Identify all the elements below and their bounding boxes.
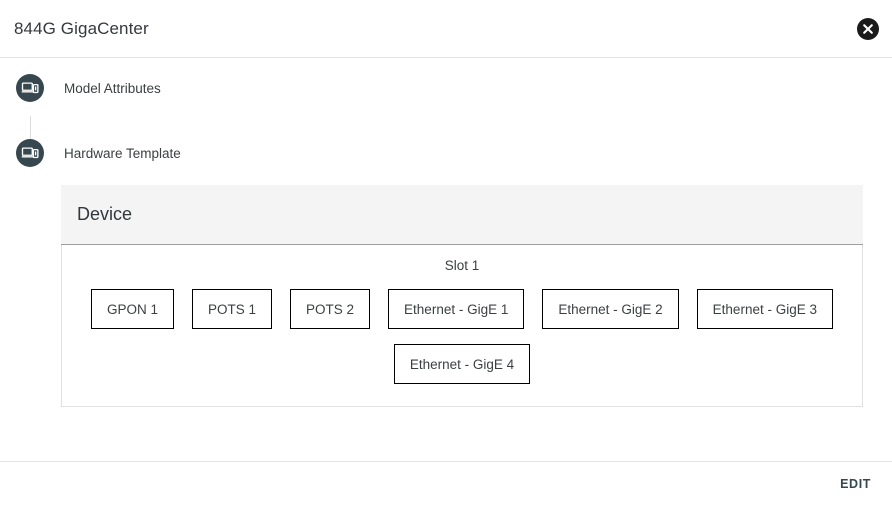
- window-title: 844G GigaCenter: [14, 18, 149, 38]
- close-button[interactable]: [857, 17, 879, 40]
- edit-button[interactable]: EDIT: [838, 471, 873, 497]
- wizard-stepper: Model Attributes Hardware Template: [0, 58, 892, 175]
- port-box[interactable]: Ethernet - GigE 4: [393, 344, 531, 384]
- stepper-item-hardware-template[interactable]: Hardware Template: [0, 137, 892, 169]
- port-box[interactable]: POTS 2: [290, 289, 371, 329]
- port-box[interactable]: Ethernet - GigE 2: [542, 289, 679, 329]
- port-row: Ethernet - GigE 4: [62, 344, 862, 384]
- slot-title: Slot 1: [444, 258, 480, 273]
- port-box[interactable]: Ethernet - GigE 1: [388, 289, 525, 329]
- device-card-title: Device: [77, 204, 133, 224]
- window-title-bar: 844G GigaCenter: [0, 0, 892, 58]
- port-row: GPON 1 POTS 1 POTS 2 Ethernet - GigE 1 E…: [62, 289, 862, 329]
- stepper-item-label: Model Attributes: [64, 80, 161, 96]
- devices-icon: [16, 139, 44, 167]
- port-box[interactable]: GPON 1: [91, 289, 175, 329]
- port-box[interactable]: Ethernet - GigE 3: [696, 289, 833, 329]
- stepper-item-model-attributes[interactable]: Model Attributes: [0, 72, 892, 104]
- devices-icon: [16, 74, 44, 102]
- stepper-item-label: Hardware Template: [64, 145, 181, 161]
- slot-container: Slot 1 GPON 1 POTS 1 POTS 2 Ethernet - G…: [61, 245, 863, 407]
- footer-bar: EDIT: [0, 461, 892, 505]
- close-icon: [857, 18, 879, 40]
- device-card-header: Device: [61, 185, 863, 245]
- port-box[interactable]: POTS 1: [192, 289, 273, 329]
- device-card: Device Slot 1 GPON 1 POTS 1 POTS 2 Ether…: [61, 185, 863, 407]
